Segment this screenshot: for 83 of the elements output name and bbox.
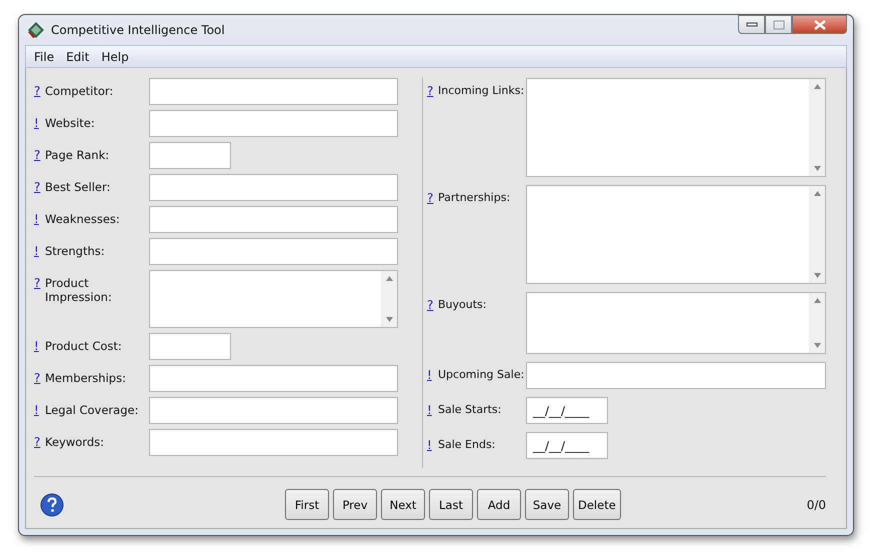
record-counter: 0/0 — [806, 498, 826, 512]
field-label: Incoming Links: — [438, 83, 526, 98]
scrollbar[interactable] — [809, 79, 825, 176]
text-area[interactable] — [526, 185, 826, 284]
help-link[interactable]: ? — [427, 185, 438, 212]
help-link[interactable]: ? — [34, 142, 45, 169]
input-field[interactable] — [149, 365, 398, 392]
help-link[interactable]: ! — [34, 110, 45, 137]
scroll-down-icon — [814, 343, 820, 348]
scroll-down-icon — [386, 317, 392, 322]
nav-button[interactable]: Delete — [573, 489, 621, 520]
nav-button[interactable]: Save — [525, 489, 569, 520]
help-link[interactable]: ? — [34, 429, 45, 456]
field-label: Upcoming Sale: — [438, 367, 526, 382]
minimize-button[interactable] — [738, 15, 765, 34]
menu-item[interactable]: File — [28, 50, 60, 64]
field-label: Page Rank: — [45, 147, 110, 162]
help-link[interactable]: ! — [427, 362, 438, 389]
nav-button[interactable]: Next — [381, 489, 425, 520]
help-icon[interactable] — [40, 492, 64, 516]
help-link[interactable]: ? — [34, 365, 45, 392]
help-link[interactable]: ! — [34, 238, 45, 265]
menu-item[interactable]: Edit — [60, 50, 96, 64]
input-field[interactable] — [149, 142, 231, 169]
text-area[interactable] — [526, 292, 826, 354]
help-link[interactable]: ! — [34, 397, 45, 424]
scroll-up-icon — [814, 84, 820, 89]
field-label: Legal Coverage: — [45, 402, 140, 417]
field-label: Weaknesses: — [45, 211, 121, 226]
maximize-button[interactable] — [765, 15, 792, 34]
input-field[interactable]: __/__/____ — [526, 432, 608, 459]
help-link[interactable]: ? — [34, 78, 45, 105]
field-label: Partnerships: — [438, 190, 512, 205]
field-label: Keywords: — [45, 434, 105, 449]
close-icon — [812, 20, 826, 30]
scrollbar[interactable] — [809, 186, 825, 283]
field-label: Memberships: — [45, 370, 127, 385]
input-field[interactable] — [149, 397, 398, 424]
input-field[interactable] — [526, 362, 826, 389]
input-field[interactable]: __/__/____ — [526, 397, 608, 424]
nav-button[interactable]: Add — [477, 489, 521, 520]
field-label: Buyouts: — [438, 297, 488, 312]
scroll-up-icon — [386, 276, 392, 281]
field-label: Product Impression: — [45, 275, 113, 304]
scrollbar[interactable] — [381, 271, 397, 327]
field-label: Best Seller: — [45, 179, 112, 194]
scroll-down-icon — [814, 166, 820, 171]
text-area[interactable] — [526, 78, 826, 177]
help-link[interactable]: ! — [427, 397, 438, 424]
input-field[interactable] — [149, 238, 398, 265]
scroll-down-icon — [814, 273, 820, 278]
close-button[interactable] — [792, 15, 847, 34]
menu-item[interactable]: Help — [95, 50, 135, 64]
text-area[interactable] — [149, 270, 398, 328]
help-link[interactable]: ! — [427, 432, 438, 459]
window-title: Competitive Intelligence Tool — [51, 23, 225, 37]
field-label: Sale Ends: — [438, 437, 496, 452]
input-field[interactable] — [149, 206, 398, 233]
minimize-icon — [746, 22, 758, 28]
nav-button[interactable]: Prev — [333, 489, 377, 520]
nav-button[interactable]: First — [285, 489, 329, 520]
field-label: Sale Starts: — [438, 402, 502, 417]
input-field[interactable] — [149, 78, 398, 105]
field-label: Strengths: — [45, 243, 106, 258]
field-label: Website: — [45, 115, 96, 130]
help-link[interactable]: ? — [34, 270, 45, 297]
input-field[interactable] — [149, 333, 231, 360]
help-link[interactable]: ? — [427, 78, 438, 105]
input-field[interactable] — [149, 429, 398, 456]
help-link[interactable]: ! — [34, 206, 45, 233]
help-link[interactable]: ? — [34, 174, 45, 201]
field-label: Product Cost: — [45, 338, 123, 353]
scrollbar[interactable] — [809, 293, 825, 353]
help-link[interactable]: ? — [427, 292, 438, 319]
maximize-icon — [772, 20, 784, 30]
input-field[interactable] — [149, 174, 398, 201]
field-label: Competitor: — [45, 83, 114, 98]
input-field[interactable] — [149, 110, 398, 137]
scroll-up-icon — [814, 298, 820, 303]
nav-button[interactable]: Last — [429, 489, 473, 520]
app-icon — [27, 21, 45, 39]
help-link[interactable]: ! — [34, 333, 45, 360]
scroll-up-icon — [814, 191, 820, 196]
